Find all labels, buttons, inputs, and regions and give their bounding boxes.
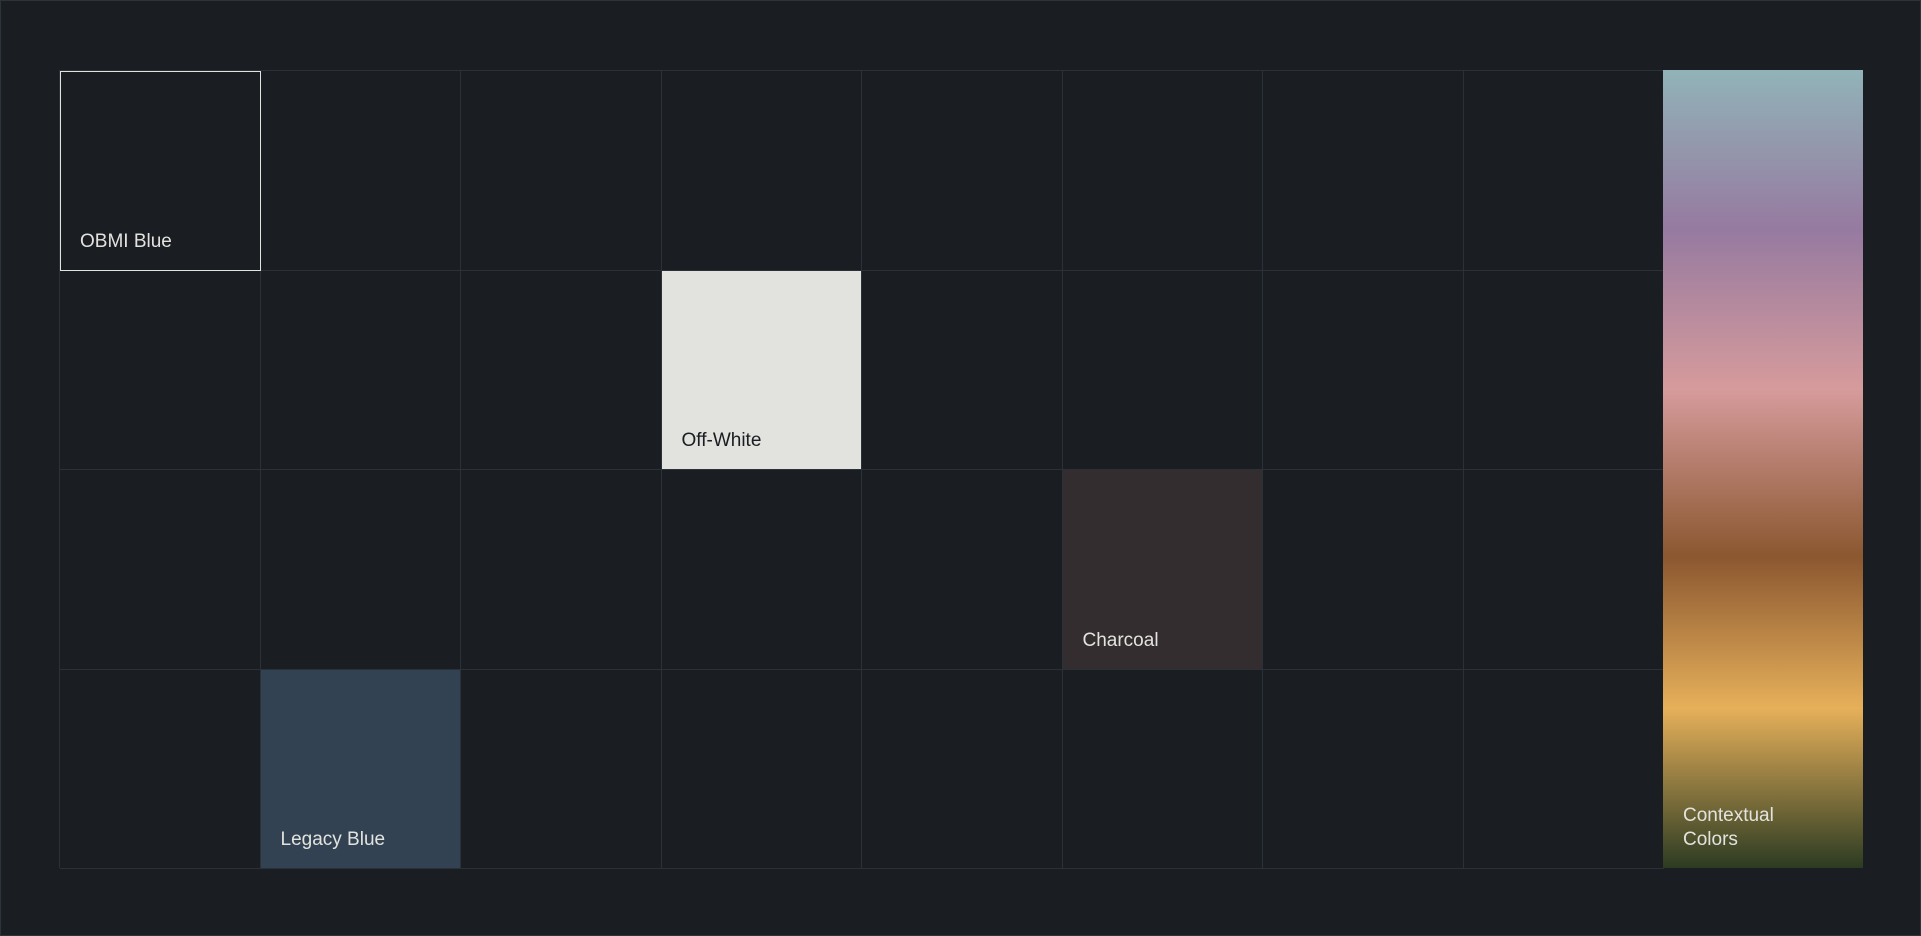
swatch-label-charcoal: Charcoal <box>1082 629 1159 651</box>
swatch-legacy: Legacy Blue <box>260 669 461 869</box>
grid-cell <box>461 71 662 271</box>
grid-cell <box>661 71 862 271</box>
grid-cell <box>60 270 261 470</box>
grid-cell <box>862 270 1063 470</box>
grid-cell <box>461 470 662 670</box>
swatch-label-obmi: OBMI Blue <box>80 230 172 252</box>
swatch-label-legacy: Legacy Blue <box>280 829 386 850</box>
grid-cell <box>1263 470 1464 670</box>
grid-cell <box>862 669 1063 869</box>
grid-cell <box>862 71 1063 271</box>
grid-cell <box>60 470 261 670</box>
grid-cell <box>1263 669 1464 869</box>
grid-cell <box>1062 270 1263 470</box>
grid-cell <box>461 669 662 869</box>
grid-cell <box>1463 270 1664 470</box>
contextual-colors-label: Contextual Colors <box>1683 805 1774 850</box>
grid-cell <box>1062 669 1263 869</box>
grid-cell <box>461 270 662 470</box>
grid-cell <box>260 470 461 670</box>
swatch-offwhite: Off-White <box>661 270 862 470</box>
grid-cell <box>260 71 461 271</box>
swatch-label-offwhite: Off-White <box>681 430 762 451</box>
swatch-charcoal: Charcoal <box>1062 470 1263 670</box>
grid-cell <box>60 669 261 869</box>
swatch-obmi: OBMI Blue <box>60 71 261 271</box>
grid-cell <box>1463 669 1664 869</box>
contextual-colors-swatch: Contextual Colors <box>1663 70 1863 868</box>
swatch-grid: OBMI Blue Off-White Charcoal Legacy Blue <box>59 70 1664 869</box>
canvas-frame: OBMI Blue Off-White Charcoal Legacy Blue Co… <box>0 0 1921 936</box>
grid-cell <box>661 470 862 670</box>
grid-cell <box>1062 71 1263 271</box>
grid-cell <box>862 470 1063 670</box>
grid-cell <box>1463 71 1664 271</box>
grid-cell <box>1463 470 1664 670</box>
grid-cell <box>1263 71 1464 271</box>
grid-cell <box>260 270 461 470</box>
grid-cell <box>1263 270 1464 470</box>
grid-cell <box>661 669 862 869</box>
